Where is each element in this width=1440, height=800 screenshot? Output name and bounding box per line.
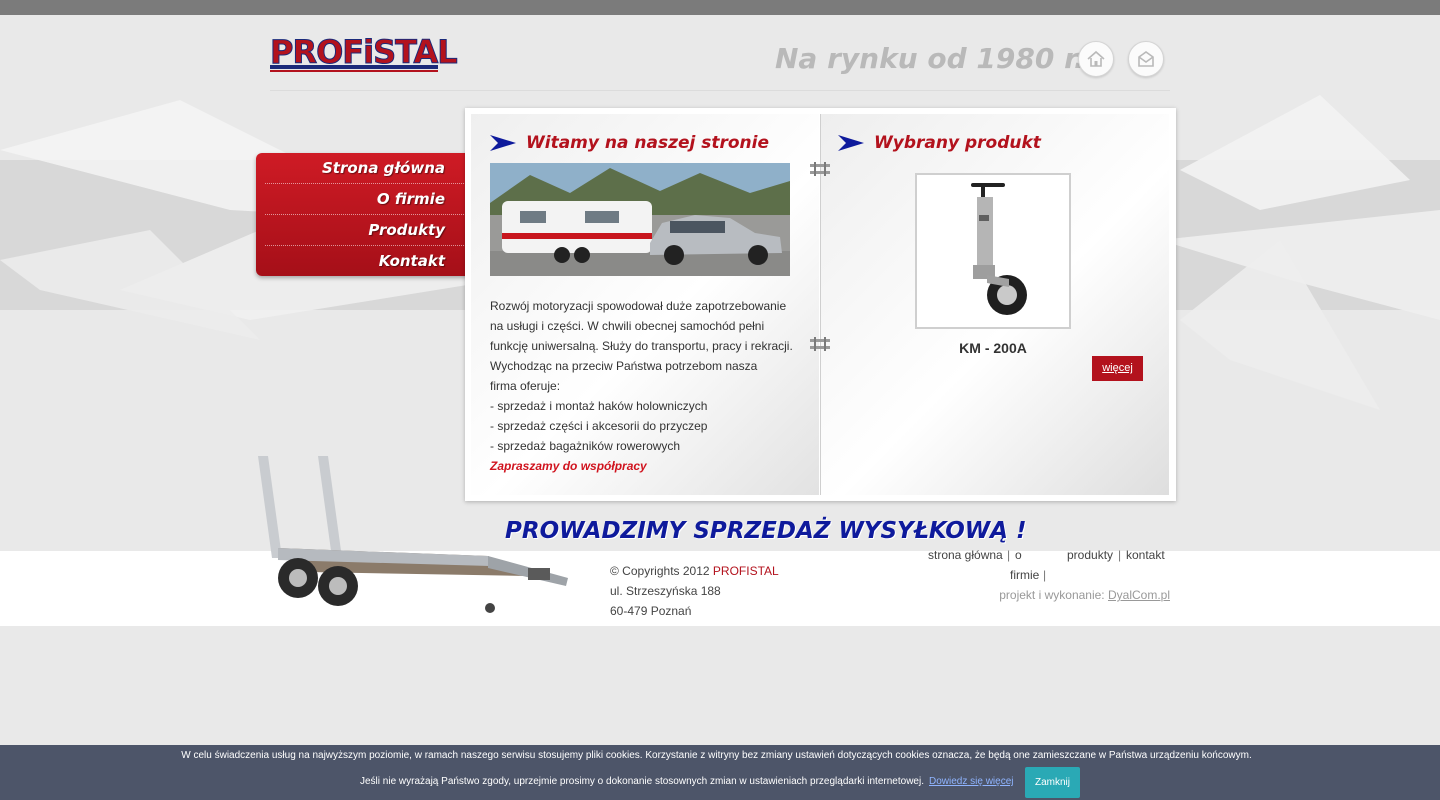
cookie-close-button[interactable]: Zamknij [1025, 767, 1080, 798]
hinge-icon [810, 337, 830, 351]
cookie-more-link[interactable]: Dowiedz się więcej [929, 774, 1013, 790]
logo[interactable]: PROFiSTAL [270, 34, 458, 74]
mail-button[interactable] [1128, 41, 1164, 77]
welcome-line: Wychodząc na przeciw Państwa potrzebom n… [490, 359, 758, 373]
logo-underline-red [270, 70, 438, 72]
footer-separator: | [1118, 548, 1122, 562]
footer-link-home[interactable]: strona główna [928, 545, 1003, 565]
arrow-icon [490, 135, 516, 151]
welcome-title: Witamy na naszej stronie [526, 133, 770, 153]
cookie-message: W celu świadczenia usług na najwyższym p… [181, 750, 1252, 761]
credits: projekt i wykonanie: DyalCom.pl [960, 585, 1170, 605]
more-button[interactable]: więcej [1092, 356, 1143, 381]
nav-item-products[interactable]: Produkty [265, 215, 470, 246]
nav-item-contact[interactable]: Kontakt [265, 246, 470, 277]
welcome-line: funkcję uniwersalną. Służy do transportu… [490, 339, 793, 353]
footer-company-info: © Copyrights 2012 PROFISTAL ul. Strzeszy… [610, 561, 850, 621]
product-title: Wybrany produkt [874, 133, 1041, 153]
mail-icon [1138, 51, 1154, 67]
nav-item-home[interactable]: Strona główna [265, 153, 470, 184]
main-navigation: Strona główna O firmie Produkty Kontakt [256, 153, 470, 276]
footer-link-products[interactable]: produkty [1067, 545, 1113, 565]
cookie-consent-text: Jeśli nie wyrażają Państwo zgody, uprzej… [360, 776, 924, 787]
top-bar [0, 0, 1440, 15]
jockey-wheel-image [971, 183, 1027, 315]
address-street: ul. Strzeszyńska 188 [610, 584, 721, 598]
home-button[interactable] [1078, 41, 1114, 77]
welcome-line: na usługi i części. W chwili obecnej sam… [490, 319, 765, 333]
welcome-line: - sprzedaż części i akcesorii do przycze… [490, 419, 708, 433]
caravan-photo [490, 163, 790, 276]
home-icon [1087, 50, 1105, 67]
copyright-text: © Copyrights 2012 [610, 564, 713, 578]
welcome-line: Rozwój motoryzacji spowodował duże zapot… [490, 299, 787, 313]
welcome-line: firma oferuje: [490, 379, 561, 393]
product-name[interactable]: KM - 200A [915, 338, 1071, 358]
footer-separator: | [1043, 568, 1047, 582]
copyright-brand: PROFISTAL [712, 564, 779, 578]
slogan: Na rynku od 1980 r. [775, 42, 1085, 75]
credits-link[interactable]: DyalCom.pl [1108, 588, 1170, 602]
cookie-banner: W celu świadczenia usług na najwyższym p… [0, 745, 1440, 800]
arrow-icon [838, 135, 864, 151]
copyright: © Copyrights 2012 PROFISTAL [610, 561, 850, 581]
logo-underline [270, 65, 438, 69]
footer-separator: | [1007, 548, 1011, 562]
trailer-image [258, 456, 568, 613]
footer-link-about[interactable]: o [1015, 545, 1022, 565]
cookie-message-second: Jeśli nie wyrażają Państwo zgody, uprzej… [0, 774, 1440, 790]
hinge-icon [810, 162, 830, 176]
nav-item-about[interactable]: O firmie [265, 184, 470, 215]
header-divider [270, 90, 1170, 91]
footer-link-contact[interactable]: kontakt [1126, 545, 1165, 565]
credits-text: projekt i wykonanie: [999, 588, 1108, 602]
product-image[interactable] [915, 173, 1071, 329]
footer-navigation: strona główna | o produkty | kontakt fir… [925, 545, 1170, 589]
footer-link-about-continued[interactable]: firmie [1010, 565, 1039, 585]
address-city: 60-479 Poznań [610, 604, 692, 618]
welcome-line: - sprzedaż i montaż haków holowniczych [490, 399, 708, 413]
